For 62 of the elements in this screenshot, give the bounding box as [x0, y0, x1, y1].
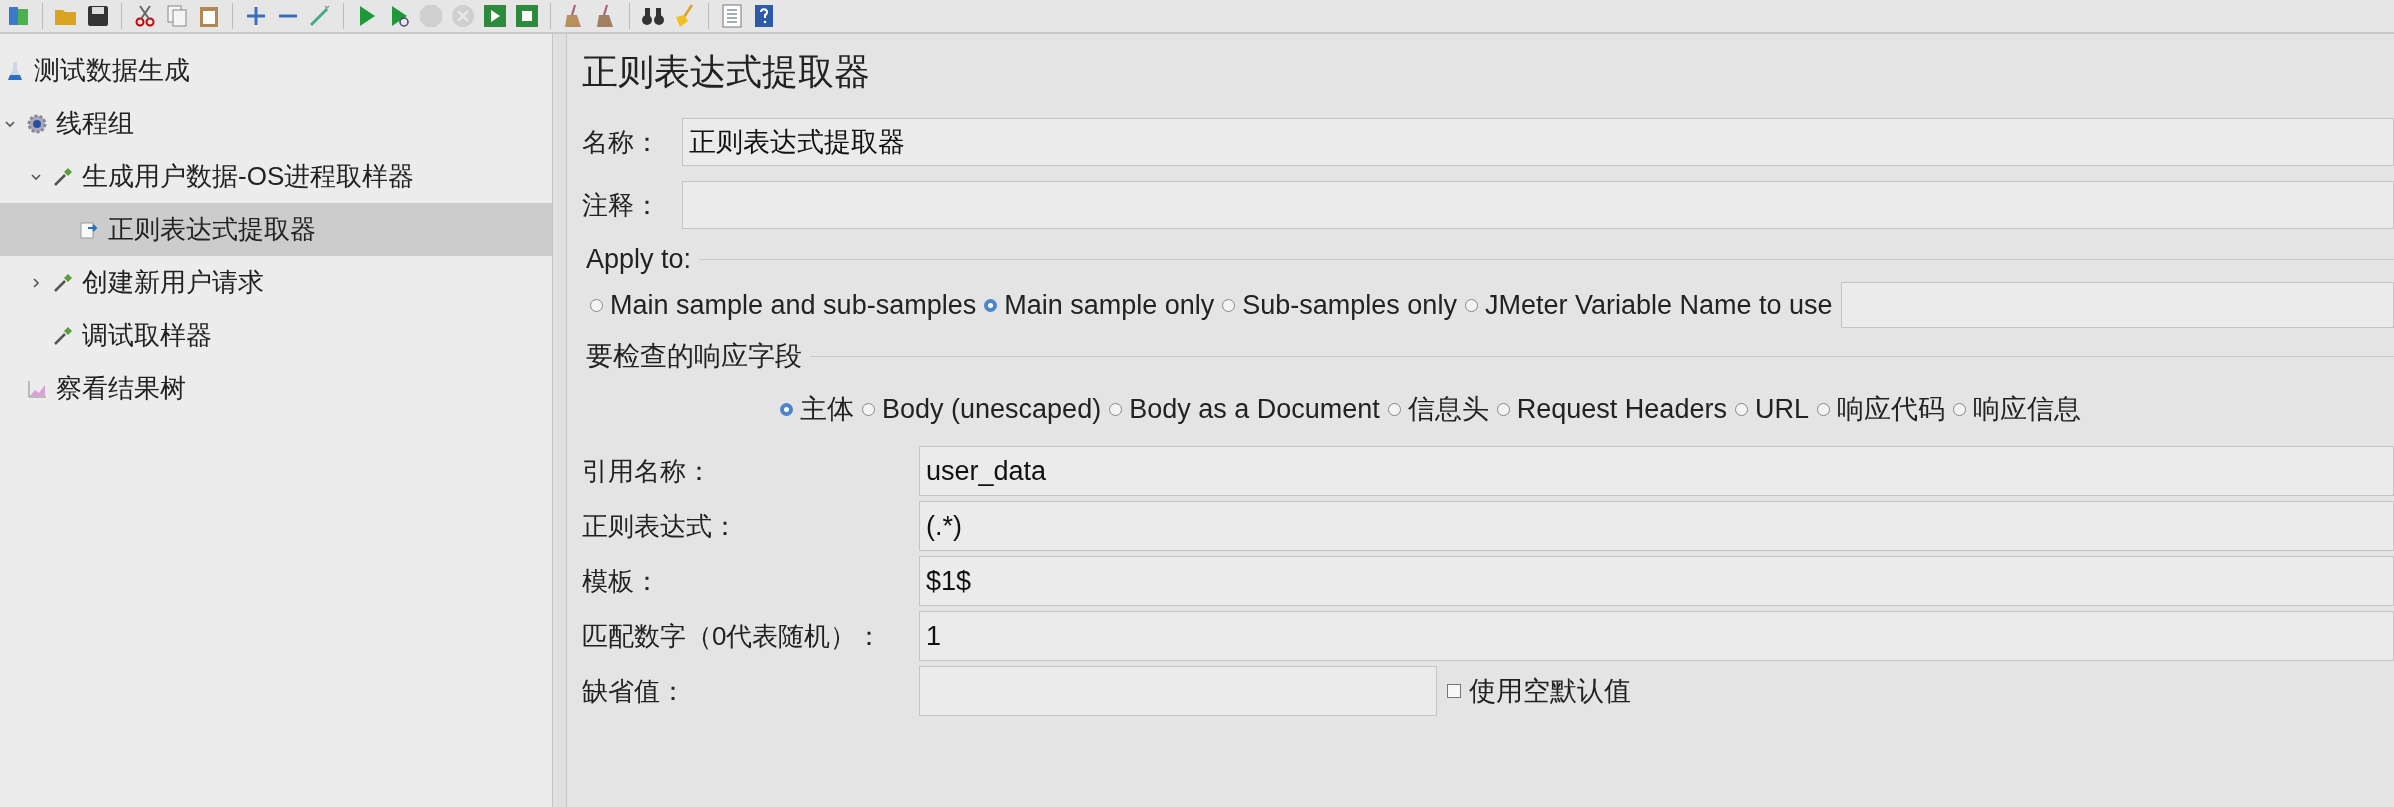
- variable-name-field[interactable]: [1840, 282, 2394, 328]
- name-field[interactable]: 正则表达式提取器: [682, 118, 2394, 166]
- collapse-caret-icon[interactable]: [30, 276, 42, 289]
- field-label: 缺省值：: [582, 674, 687, 708]
- radio-button[interactable]: [1387, 402, 1401, 416]
- field-label: 模板：: [582, 564, 661, 598]
- section-title: Apply to:: [586, 243, 692, 275]
- tree-item[interactable]: 生成用户数据-OS进程取样器: [0, 150, 552, 203]
- field-label: 注释：: [582, 188, 661, 222]
- play-icon[interactable]: [482, 3, 508, 29]
- panel-title: 正则表达式提取器: [582, 50, 871, 94]
- radio-button[interactable]: [984, 298, 998, 312]
- radio-button[interactable]: [1496, 402, 1510, 416]
- radio-button[interactable]: [1952, 402, 1966, 416]
- option-label[interactable]: 信息头: [1407, 391, 1489, 427]
- gear-icon: [26, 112, 48, 135]
- section-title: 要检查的响应字段: [586, 340, 802, 373]
- field-label: 正则表达式：: [582, 509, 739, 543]
- radio-button[interactable]: [590, 298, 603, 312]
- option-label[interactable]: Main sample and sub-samples: [610, 289, 977, 321]
- option-label[interactable]: Main sample only: [1004, 289, 1215, 321]
- tree-item[interactable]: 线程组: [0, 97, 552, 150]
- save-icon[interactable]: [85, 3, 111, 29]
- text-field[interactable]: $1$: [919, 556, 2394, 606]
- option-label[interactable]: 响应信息: [1972, 391, 2081, 427]
- field-label: 引用名称：: [582, 454, 713, 488]
- text-field[interactable]: user_data: [919, 446, 2394, 496]
- option-label[interactable]: URL: [1754, 393, 1809, 425]
- radio-button[interactable]: [862, 402, 875, 416]
- wand-icon[interactable]: [307, 3, 333, 29]
- list-icon[interactable]: [719, 3, 745, 29]
- pipette-icon: [52, 165, 74, 188]
- checkbox-label[interactable]: 使用空默认值: [1469, 673, 1631, 709]
- tree-item[interactable]: 创建新用户请求: [0, 256, 552, 309]
- radio-button[interactable]: [1109, 402, 1123, 416]
- tree-item[interactable]: 测试数据生成: [0, 44, 552, 97]
- option-label[interactable]: 主体: [800, 391, 854, 427]
- tree-item[interactable]: 正则表达式提取器: [0, 203, 552, 256]
- stop-icon[interactable]: [514, 3, 540, 29]
- checkbox[interactable]: [1447, 684, 1461, 698]
- option-label[interactable]: Sub-samples only: [1242, 289, 1457, 321]
- option-label[interactable]: Request Headers: [1516, 393, 1727, 425]
- pipette-icon: [52, 271, 74, 294]
- text-field[interactable]: [919, 666, 1437, 716]
- radio-button[interactable]: [1734, 402, 1748, 416]
- option-label[interactable]: Body as a Document: [1129, 393, 1380, 425]
- copy-icon[interactable]: [164, 3, 190, 29]
- field-label: 名称：: [582, 125, 661, 159]
- radio-button[interactable]: [1816, 402, 1830, 416]
- tree-item[interactable]: 察看结果树: [0, 362, 552, 415]
- field-label: 匹配数字（0代表随机）：: [582, 619, 884, 653]
- option-label[interactable]: Body (unescaped): [882, 393, 1102, 425]
- radio-button[interactable]: [1222, 298, 1236, 312]
- text-field[interactable]: (.*): [919, 501, 2394, 551]
- comment-field[interactable]: [682, 181, 2394, 229]
- option-label[interactable]: JMeter Variable Name to use: [1484, 289, 1833, 321]
- option-label[interactable]: 响应代码: [1836, 391, 1945, 427]
- radio-button[interactable]: [780, 402, 793, 416]
- text-field[interactable]: 1: [919, 611, 2394, 661]
- pipette-icon: [52, 324, 74, 347]
- tree-item[interactable]: 调试取样器: [0, 309, 552, 362]
- radio-button[interactable]: [1464, 298, 1478, 312]
